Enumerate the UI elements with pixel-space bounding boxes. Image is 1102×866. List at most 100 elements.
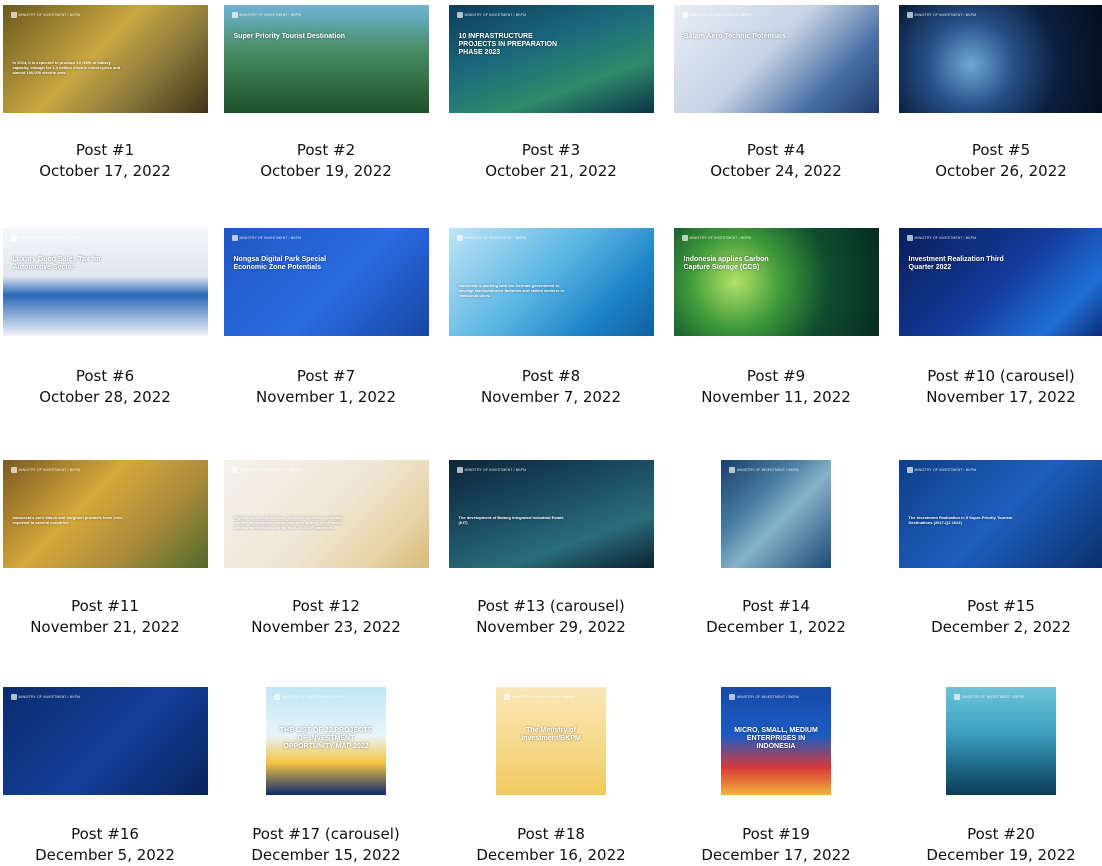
- post-caption: Post #6October 28, 2022: [0, 366, 210, 408]
- post-date: November 23, 2022: [221, 617, 431, 638]
- brand-logo: Ministry of Investment / BKPM: [11, 694, 101, 700]
- thumbnail-caption: Investment Realization Third Quarter 202…: [909, 256, 1022, 272]
- post-thumbnail[interactable]: Ministry of Investment / BKPM MICRO, SMAL…: [721, 687, 831, 795]
- brand-logo: Ministry of Investment / BKPM: [504, 694, 594, 700]
- post-date: November 21, 2022: [0, 617, 210, 638]
- post-card[interactable]: Ministry of Investment / BKPMNongsa Digi…: [221, 228, 431, 336]
- post-thumbnail[interactable]: Ministry of Investment / BKPM: [946, 687, 1056, 795]
- post-thumbnail[interactable]: Ministry of Investment / BKPMNongsa Digi…: [224, 228, 429, 336]
- post-thumbnail[interactable]: Ministry of Investment / BKPM10 INFRASTR…: [449, 5, 654, 113]
- post-thumbnail[interactable]: Ministry of Investment / BKPM Indonesia i…: [449, 228, 654, 336]
- post-label: Post #4: [671, 140, 881, 161]
- post-date: October 28, 2022: [0, 387, 210, 408]
- brand-logo: Ministry of Investment / BKPM: [274, 694, 364, 700]
- post-card[interactable]: Ministry of Investment / BKPM In 2024, it…: [0, 5, 210, 113]
- post-label: Post #11: [0, 596, 210, 617]
- brand-logo: Ministry of Investment / BKPM: [682, 12, 772, 18]
- thumbnail-caption: Luxury Good Sales Tax for Automotive Sec…: [13, 256, 126, 272]
- post-caption: Post #17 (carousel)December 15, 2022: [221, 824, 431, 866]
- post-date: October 21, 2022: [446, 161, 656, 182]
- post-caption: Post #3October 21, 2022: [446, 140, 656, 182]
- post-thumbnail[interactable]: Ministry of Investment / BKPMIndonesia's…: [3, 460, 208, 568]
- post-thumbnail[interactable]: Ministry of Investment / BKPM Luxury Good…: [3, 228, 208, 336]
- post-caption: Post #19December 17, 2022: [671, 824, 881, 866]
- post-date: December 17, 2022: [671, 845, 881, 866]
- post-thumbnail[interactable]: Ministry of Investment / BKPM Batam Aero …: [674, 5, 879, 113]
- post-thumbnail[interactable]: Ministry of Investment / BKPM THE LIST OF…: [266, 687, 386, 795]
- post-thumbnail[interactable]: Ministry of Investment / BKPM In 2024, it…: [3, 5, 208, 113]
- post-card[interactable]: Ministry of Investment / BKPM Luxury Good…: [0, 228, 210, 336]
- post-caption: Post #12November 23, 2022: [221, 596, 431, 638]
- post-card[interactable]: Ministry of Investment / BKPM: [896, 687, 1102, 795]
- brand-logo: Ministry of Investment / BKPM: [11, 235, 101, 241]
- post-card[interactable]: Ministry of Investment / BKPM THE LIST OF…: [221, 687, 431, 795]
- post-card[interactable]: Ministry of Investment / BKPM10 INFRASTR…: [446, 5, 656, 113]
- post-caption: Post #8November 7, 2022: [446, 366, 656, 408]
- post-label: Post #1: [0, 140, 210, 161]
- brand-logo: Ministry of Investment / BKPM: [729, 694, 819, 700]
- post-label: Post #12: [221, 596, 431, 617]
- post-card[interactable]: Ministry of Investment / BKPM MICRO, SMAL…: [671, 687, 881, 795]
- post-label: Post #19: [671, 824, 881, 845]
- post-card[interactable]: Ministry of Investment / BKPM Indonesia a…: [671, 228, 881, 336]
- post-label: Post #15: [896, 596, 1102, 617]
- brand-logo: Ministry of Investment / BKPM: [11, 12, 101, 18]
- post-card[interactable]: Ministry of Investment / BKPMThe Investm…: [896, 460, 1102, 568]
- post-label: Post #10 (carousel): [896, 366, 1102, 387]
- post-card[interactable]: Ministry of Investment / BKPMThe Ministr…: [446, 687, 656, 795]
- post-date: November 1, 2022: [221, 387, 431, 408]
- post-date: October 19, 2022: [221, 161, 431, 182]
- post-thumbnail[interactable]: Ministry of Investment / BKPM Phytopharma…: [224, 460, 429, 568]
- thumbnail-caption: In 2024, it is expected to produce 10 GW…: [13, 60, 126, 75]
- post-label: Post #18: [446, 824, 656, 845]
- thumbnail-caption: Super Priority Tourist Destination: [234, 33, 347, 41]
- post-thumbnail[interactable]: Ministry of Investment / BKPM Investment …: [899, 228, 1102, 336]
- brand-logo: Ministry of Investment / BKPM: [232, 467, 322, 473]
- post-card[interactable]: Ministry of Investment / BKPM: [896, 5, 1102, 113]
- post-card[interactable]: Ministry of Investment / BKPMThe develop…: [446, 460, 656, 568]
- brand-logo: Ministry of Investment / BKPM: [682, 235, 772, 241]
- post-thumbnail[interactable]: Ministry of Investment / BKPMSuper Prior…: [224, 5, 429, 113]
- post-thumbnail[interactable]: Ministry of Investment / BKPM: [3, 687, 208, 795]
- post-caption: Post #4October 24, 2022: [671, 140, 881, 182]
- brand-logo: Ministry of Investment / BKPM: [457, 467, 547, 473]
- thumbnail-caption: Batam Aero Technic Potentials: [684, 33, 797, 41]
- post-label: Post #17 (carousel): [221, 824, 431, 845]
- brand-logo: Ministry of Investment / BKPM: [729, 467, 819, 473]
- brand-logo: Ministry of Investment / BKPM: [907, 235, 997, 241]
- post-label: Post #13 (carousel): [446, 596, 656, 617]
- post-thumbnail[interactable]: Ministry of Investment / BKPM Indonesia a…: [674, 228, 879, 336]
- post-grid: Ministry of Investment / BKPM In 2024, it…: [0, 0, 1102, 865]
- thumbnail-caption: Phytopharmaceuticals also represent a ma…: [234, 515, 347, 530]
- post-thumbnail[interactable]: Ministry of Investment / BKPM: [721, 460, 831, 568]
- post-label: Post #2: [221, 140, 431, 161]
- post-card[interactable]: Ministry of Investment / BKPM Batam Aero …: [671, 5, 881, 113]
- post-label: Post #5: [896, 140, 1102, 161]
- post-card[interactable]: Ministry of Investment / BKPM: [0, 687, 210, 795]
- post-caption: Post #9November 11, 2022: [671, 366, 881, 408]
- post-caption: Post #11November 21, 2022: [0, 596, 210, 638]
- post-card[interactable]: Ministry of Investment / BKPMSuper Prior…: [221, 5, 431, 113]
- post-card[interactable]: Ministry of Investment / BKPM Investment …: [896, 228, 1102, 336]
- post-thumbnail[interactable]: Ministry of Investment / BKPM: [899, 5, 1102, 113]
- post-thumbnail[interactable]: Ministry of Investment / BKPMThe Investm…: [899, 460, 1102, 568]
- post-card[interactable]: Ministry of Investment / BKPM: [671, 460, 881, 568]
- post-date: December 19, 2022: [896, 845, 1102, 866]
- thumbnail-caption: THE LIST OF 22 PROJECTS OF INVESTMENT OP…: [276, 727, 376, 751]
- post-date: December 1, 2022: [671, 617, 881, 638]
- thumbnail-caption: MICRO, SMALL, MEDIUM ENTERPRISES IN INDO…: [731, 727, 821, 751]
- post-card[interactable]: Ministry of Investment / BKPM Indonesia i…: [446, 228, 656, 336]
- post-thumbnail[interactable]: Ministry of Investment / BKPMThe Ministr…: [496, 687, 606, 795]
- thumbnail-caption: Indonesia is working with the German gov…: [459, 283, 572, 298]
- post-card[interactable]: Ministry of Investment / BKPM Phytopharma…: [221, 460, 431, 568]
- post-thumbnail[interactable]: Ministry of Investment / BKPMThe develop…: [449, 460, 654, 568]
- post-caption: Post #1October 17, 2022: [0, 140, 210, 182]
- thumbnail-caption: Indonesia's corn starch and sorghum prod…: [13, 515, 126, 525]
- brand-logo: Ministry of Investment / BKPM: [457, 12, 547, 18]
- post-card[interactable]: Ministry of Investment / BKPMIndonesia's…: [0, 460, 210, 568]
- brand-logo: Ministry of Investment / BKPM: [457, 235, 547, 241]
- post-caption: Post #2October 19, 2022: [221, 140, 431, 182]
- post-date: December 5, 2022: [0, 845, 210, 866]
- thumbnail-caption: Indonesia applies Carbon Capture Storage…: [684, 256, 797, 272]
- post-label: Post #8: [446, 366, 656, 387]
